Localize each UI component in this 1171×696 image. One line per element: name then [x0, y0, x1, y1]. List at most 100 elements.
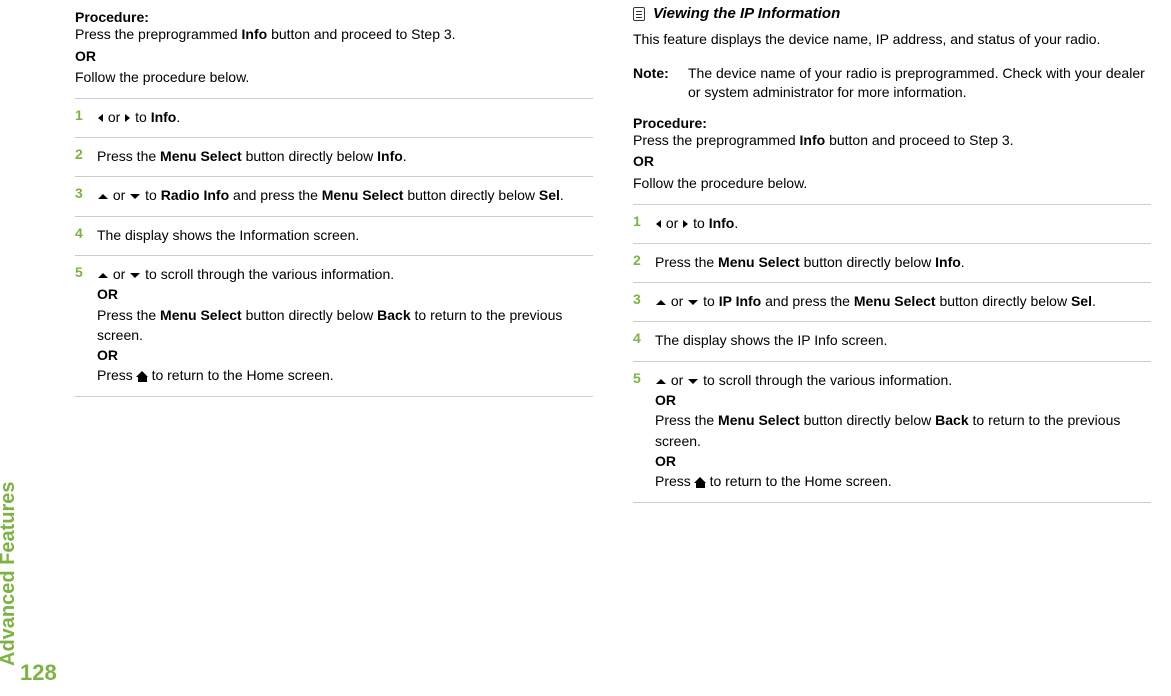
- text: Press the: [97, 148, 160, 164]
- text: and press the: [761, 293, 854, 309]
- step-number: 5: [75, 264, 97, 386]
- text: or: [667, 293, 687, 309]
- text: .: [176, 109, 180, 125]
- left-arrow-icon: [656, 220, 661, 228]
- left-column: Procedure: Press the preprogrammed Info …: [75, 5, 593, 503]
- procedure-label: Procedure:: [75, 9, 593, 25]
- up-arrow-icon: [656, 379, 666, 384]
- section-heading: Viewing the IP Information: [633, 5, 1151, 22]
- intro-text: This feature displays the device name, I…: [633, 30, 1151, 50]
- down-arrow-icon: [688, 379, 698, 384]
- procedure-intro-line2: Follow the procedure below.: [633, 174, 1151, 194]
- text: .: [403, 148, 407, 164]
- or-text: OR: [97, 347, 118, 363]
- page-number: 128: [20, 660, 57, 686]
- step-row: 5 or to scroll through the various infor…: [75, 256, 593, 397]
- or-text: OR: [655, 453, 676, 469]
- home-icon: [137, 372, 148, 382]
- step-body: or to Info.: [655, 213, 1151, 233]
- back-label: Back: [935, 412, 968, 428]
- back-label: Back: [377, 307, 410, 323]
- step-body: or to IP Info and press the Menu Select …: [655, 291, 1151, 311]
- up-arrow-icon: [656, 300, 666, 305]
- step-list: 1 or to Info. 2 Press the Menu Select bu…: [633, 204, 1151, 503]
- text: Press the: [97, 307, 160, 323]
- text: Press the: [655, 254, 718, 270]
- procedure-label: Procedure:: [633, 115, 1151, 131]
- step-number: 2: [75, 146, 97, 166]
- or-text: OR: [633, 152, 1151, 172]
- text: to: [689, 215, 708, 231]
- step-body: or to scroll through the various informa…: [97, 264, 593, 386]
- text: to: [131, 109, 150, 125]
- down-arrow-icon: [688, 300, 698, 305]
- text: .: [560, 187, 564, 203]
- step-body: Press the Menu Select button directly be…: [97, 146, 593, 166]
- text: .: [734, 215, 738, 231]
- procedure-intro-line1: Press the preprogrammed Info button and …: [75, 25, 593, 45]
- home-icon: [695, 478, 706, 488]
- text: or: [667, 372, 687, 388]
- step-body: The display shows the IP Info screen.: [655, 330, 1151, 350]
- info-label: Info: [709, 215, 735, 231]
- down-arrow-icon: [130, 194, 140, 199]
- menu-select-bold: Menu Select: [718, 254, 800, 270]
- text: button directly below: [800, 254, 935, 270]
- text: or: [104, 109, 124, 125]
- step-number: 3: [633, 291, 655, 311]
- text: .: [961, 254, 965, 270]
- step-row: 3 or to IP Info and press the Menu Selec…: [633, 283, 1151, 322]
- text: to scroll through the various informatio…: [699, 372, 952, 388]
- or-text: OR: [97, 286, 118, 302]
- menu-select-bold: Menu Select: [160, 307, 242, 323]
- procedure-intro-line2: Follow the procedure below.: [75, 68, 593, 88]
- info-bold: Info: [242, 26, 268, 42]
- text: and press the: [229, 187, 322, 203]
- text: Press the preprogrammed: [633, 132, 800, 148]
- text: button directly below: [242, 148, 377, 164]
- menu-select-bold: Menu Select: [718, 412, 800, 428]
- text: to scroll through the various informatio…: [141, 266, 394, 282]
- sel-label: Sel: [1071, 293, 1092, 309]
- text: .: [1092, 293, 1096, 309]
- menu-select-bold: Menu Select: [322, 187, 404, 203]
- note-label: Note:: [633, 64, 688, 103]
- sel-label: Sel: [539, 187, 560, 203]
- text: button directly below: [242, 307, 377, 323]
- note-block: Note: The device name of your radio is p…: [633, 64, 1151, 103]
- step-number: 2: [633, 252, 655, 272]
- text: button directly below: [800, 412, 935, 428]
- text: Press the: [655, 412, 718, 428]
- step-number: 1: [75, 107, 97, 127]
- document-icon: [633, 7, 645, 21]
- text: Press the preprogrammed: [75, 26, 242, 42]
- step-row: 2 Press the Menu Select button directly …: [633, 244, 1151, 283]
- right-arrow-icon: [125, 114, 130, 122]
- step-number: 1: [633, 213, 655, 233]
- note-body: The device name of your radio is preprog…: [688, 64, 1151, 103]
- info-label: Info: [151, 109, 177, 125]
- text: button directly below: [403, 187, 538, 203]
- step-number: 4: [75, 225, 97, 245]
- procedure-intro-line1: Press the preprogrammed Info button and …: [633, 131, 1151, 151]
- step-number: 4: [633, 330, 655, 350]
- text: or: [109, 266, 129, 282]
- menu-select-bold: Menu Select: [160, 148, 242, 164]
- step-row: 1 or to Info.: [75, 98, 593, 138]
- left-arrow-icon: [98, 114, 103, 122]
- ip-info-label: IP Info: [719, 293, 762, 309]
- step-row: 5 or to scroll through the various infor…: [633, 362, 1151, 503]
- step-body: The display shows the Information screen…: [97, 225, 593, 245]
- step-body: or to scroll through the various informa…: [655, 370, 1151, 492]
- sidebar-label: Advanced Features: [0, 481, 20, 666]
- step-number: 5: [633, 370, 655, 492]
- up-arrow-icon: [98, 194, 108, 199]
- step-row: 4 The display shows the Information scre…: [75, 217, 593, 256]
- step-row: 3 or to Radio Info and press the Menu Se…: [75, 177, 593, 216]
- text: Press: [655, 473, 695, 489]
- content-area: Procedure: Press the preprogrammed Info …: [75, 5, 1151, 503]
- down-arrow-icon: [130, 273, 140, 278]
- step-row: 1 or to Info.: [633, 204, 1151, 244]
- info-label: Info: [935, 254, 961, 270]
- text: button and proceed to Step 3.: [267, 26, 455, 42]
